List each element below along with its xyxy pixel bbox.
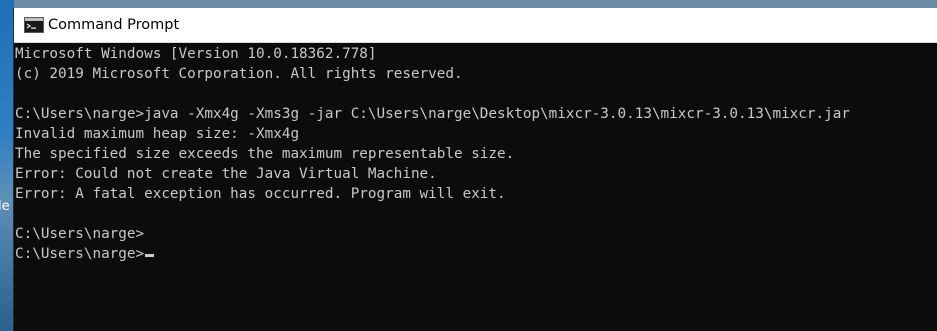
console-line: Error: A fatal exception has occurred. P… bbox=[15, 186, 506, 202]
prompt-text: C:\Users\narge> bbox=[15, 246, 145, 262]
console-line: C:\Users\narge> bbox=[15, 226, 145, 242]
console-line: Microsoft Windows [Version 10.0.18362.77… bbox=[15, 46, 377, 62]
console-line: (c) 2019 Microsoft Corporation. All righ… bbox=[15, 66, 463, 82]
console-line: Invalid maximum heap size: -Xmx4g bbox=[15, 126, 300, 142]
text-cursor bbox=[145, 254, 155, 257]
title-bar[interactable]: Command Prompt bbox=[14, 8, 937, 43]
command-prompt-window[interactable]: Command Prompt Microsoft Windows [Versio… bbox=[14, 8, 937, 331]
console-line: The specified size exceeds the maximum r… bbox=[15, 146, 515, 162]
console-line: Error: Could not create the Java Virtual… bbox=[15, 166, 437, 182]
desktop-background bbox=[0, 0, 14, 331]
desktop-icon-label[interactable]: le bbox=[0, 199, 12, 215]
cmd-icon bbox=[24, 17, 44, 33]
console-prompt-line[interactable]: C:\Users\narge> bbox=[15, 244, 155, 264]
console-output[interactable]: Microsoft Windows [Version 10.0.18362.77… bbox=[14, 43, 937, 331]
window-title: Command Prompt bbox=[48, 17, 180, 33]
console-line: C:\Users\narge>java -Xmx4g -Xms3g -jar C… bbox=[15, 106, 850, 122]
